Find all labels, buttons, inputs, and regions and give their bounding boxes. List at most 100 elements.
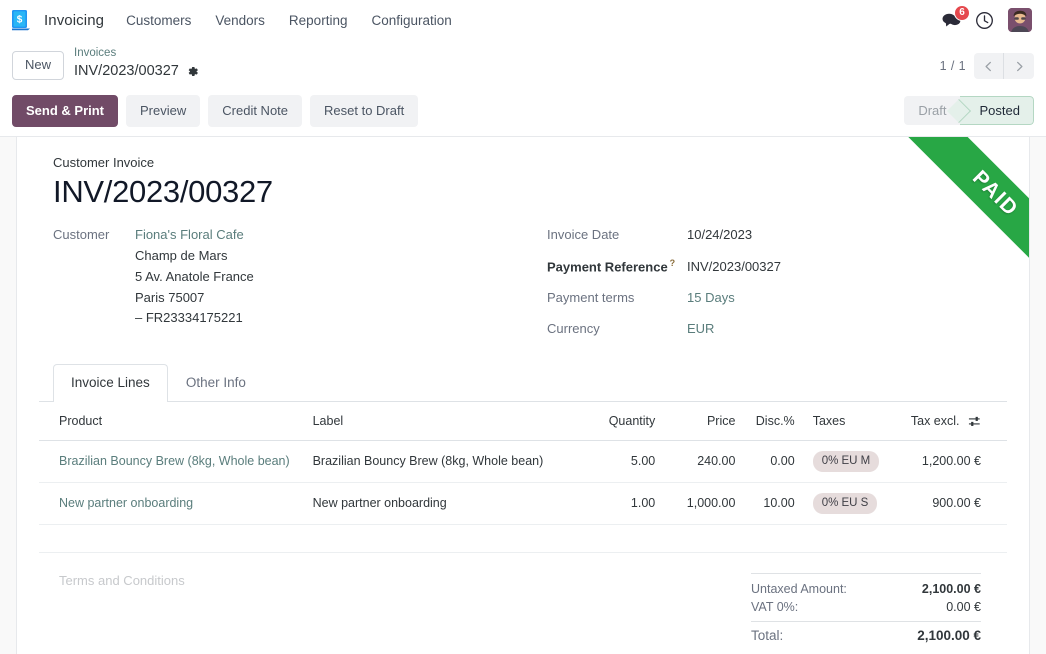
customer-address-line: 5 Av. Anatole France xyxy=(135,267,254,288)
totals-block: Untaxed Amount: 2,100.00 € VAT 0%: 0.00 … xyxy=(751,573,981,645)
pager-buttons xyxy=(974,53,1034,79)
cell-label[interactable]: Brazilian Bouncy Brew (8kg, Whole bean) xyxy=(305,440,584,482)
tax-badge[interactable]: 0% EU S xyxy=(813,493,878,514)
customer-label: Customer xyxy=(53,225,135,246)
cell-discount[interactable]: 10.00 xyxy=(743,482,802,524)
top-navbar: $ Invoicing Customers Vendors Reporting … xyxy=(0,0,1046,40)
invoice-date-value[interactable]: 10/24/2023 xyxy=(687,225,752,246)
pager: 1 / 1 xyxy=(940,53,1034,79)
product-link[interactable]: Brazilian Bouncy Brew (8kg, Whole bean) xyxy=(59,454,290,468)
menu-item-configuration[interactable]: Configuration xyxy=(359,4,463,37)
customer-address-line: Champ de Mars xyxy=(135,246,254,267)
column-header-price[interactable]: Price xyxy=(663,402,743,441)
main-menu: Customers Vendors Reporting Configuratio… xyxy=(114,4,464,37)
cell-tax-excl[interactable]: 900.00 € xyxy=(903,482,1007,524)
currency-label: Currency xyxy=(547,319,687,340)
cell-label[interactable]: New partner onboarding xyxy=(305,482,584,524)
chevron-left-icon[interactable] xyxy=(974,53,1004,79)
total-label: Total: xyxy=(751,628,783,643)
invoice-date-label: Invoice Date xyxy=(547,225,687,246)
document-type-label: Customer Invoice xyxy=(53,155,1007,170)
cell-taxes[interactable]: 0% EU M xyxy=(803,440,903,482)
table-row[interactable]: New partner onboarding New partner onboa… xyxy=(39,482,1007,524)
cell-quantity[interactable]: 1.00 xyxy=(584,482,663,524)
customer-address-line: Paris 75007 xyxy=(135,288,254,309)
new-record-button[interactable]: New xyxy=(12,51,64,80)
column-header-product[interactable]: Product xyxy=(39,402,305,441)
cell-discount[interactable]: 0.00 xyxy=(743,440,802,482)
column-header-discount[interactable]: Disc.% xyxy=(743,402,802,441)
add-line-row[interactable] xyxy=(39,524,1007,552)
vat-label[interactable]: VAT 0%: xyxy=(751,600,798,614)
total-value: 2,100.00 € xyxy=(917,628,981,643)
send-and-print-button[interactable]: Send & Print xyxy=(12,95,118,127)
vat-value: 0.00 € xyxy=(946,600,981,614)
page-title: INV/2023/00327 xyxy=(53,174,1007,210)
action-bar: Send & Print Preview Credit Note Reset t… xyxy=(0,89,1046,137)
menu-item-vendors[interactable]: Vendors xyxy=(203,4,277,37)
invoice-meta-block: Invoice Date 10/24/2023 Payment Referenc… xyxy=(539,225,1007,350)
currency-value[interactable]: EUR xyxy=(687,319,714,340)
breadcrumb-current-label: INV/2023/00327 xyxy=(74,62,179,82)
totals-row-total: Total: 2,100.00 € xyxy=(751,621,981,645)
breadcrumb: Invoices INV/2023/00327 xyxy=(74,46,199,81)
payment-terms-value[interactable]: 15 Days xyxy=(687,288,735,309)
product-link[interactable]: New partner onboarding xyxy=(59,496,193,510)
customer-vat: – FR23334175221 xyxy=(135,308,254,329)
credit-note-button[interactable]: Credit Note xyxy=(208,95,302,127)
table-row[interactable]: Brazilian Bouncy Brew (8kg, Whole bean) … xyxy=(39,440,1007,482)
table-body: Brazilian Bouncy Brew (8kg, Whole bean) … xyxy=(39,440,1007,552)
field-currency: Currency EUR xyxy=(547,319,1007,340)
cell-tax-excl[interactable]: 1,200.00 € xyxy=(903,440,1007,482)
cell-product[interactable]: Brazilian Bouncy Brew (8kg, Whole bean) xyxy=(39,440,305,482)
column-header-tax-excl: Tax excl. xyxy=(903,402,1007,441)
table-header: Product Label Quantity Price Disc.% Taxe… xyxy=(39,402,1007,441)
menu-item-reporting[interactable]: Reporting xyxy=(277,4,360,37)
customer-block: Customer Fiona's Floral Cafe Champ de Ma… xyxy=(39,225,539,350)
payment-reference-label-text: Payment Reference xyxy=(547,259,668,274)
tab-invoice-lines[interactable]: Invoice Lines xyxy=(53,364,168,402)
cell-product[interactable]: New partner onboarding xyxy=(39,482,305,524)
gear-icon[interactable] xyxy=(186,65,199,78)
terms-and-conditions-input[interactable]: Terms and Conditions xyxy=(59,573,751,645)
tax-badge[interactable]: 0% EU M xyxy=(813,451,880,472)
status-step-posted-label: Posted xyxy=(980,103,1020,118)
breadcrumb-parent-invoices[interactable]: Invoices xyxy=(74,46,199,62)
notebook-tabs: Invoice Lines Other Info xyxy=(39,364,1007,402)
clock-icon[interactable] xyxy=(975,11,994,30)
invoice-sheet: PAID Customer Invoice INV/2023/00327 Cus… xyxy=(16,137,1030,654)
add-line-cell[interactable] xyxy=(39,524,1007,552)
preview-button[interactable]: Preview xyxy=(126,95,200,127)
customer-name[interactable]: Fiona's Floral Cafe xyxy=(135,225,254,246)
sheet-footer: Terms and Conditions Untaxed Amount: 2,1… xyxy=(39,553,1007,645)
column-header-tax-excl-label[interactable]: Tax excl. xyxy=(911,414,960,428)
column-options-icon[interactable] xyxy=(963,415,981,428)
messages-icon[interactable]: 6 xyxy=(942,12,961,29)
totals-divider xyxy=(751,573,981,574)
cell-price[interactable]: 1,000.00 xyxy=(663,482,743,524)
status-step-posted[interactable]: Posted xyxy=(960,96,1034,125)
help-icon[interactable]: ? xyxy=(670,258,676,268)
payment-reference-value[interactable]: INV/2023/00327 xyxy=(687,257,781,278)
status-step-draft-label: Draft xyxy=(918,103,946,118)
tab-other-info[interactable]: Other Info xyxy=(168,364,264,402)
column-header-label[interactable]: Label xyxy=(305,402,584,441)
column-header-quantity[interactable]: Quantity xyxy=(584,402,663,441)
header-fields: Customer Fiona's Floral Cafe Champ de Ma… xyxy=(39,225,1007,350)
app-name[interactable]: Invoicing xyxy=(40,12,114,29)
cell-taxes[interactable]: 0% EU S xyxy=(803,482,903,524)
payment-reference-label: Payment Reference? xyxy=(547,256,687,278)
cell-price[interactable]: 240.00 xyxy=(663,440,743,482)
column-header-taxes[interactable]: Taxes xyxy=(803,402,903,441)
control-panel: New Invoices INV/2023/00327 1 / 1 xyxy=(0,40,1046,89)
invoicing-app-icon[interactable]: $ xyxy=(8,7,34,33)
cell-quantity[interactable]: 5.00 xyxy=(584,440,663,482)
totals-row-vat: VAT 0%: 0.00 € xyxy=(751,598,981,616)
field-invoice-date: Invoice Date 10/24/2023 xyxy=(547,225,1007,246)
reset-to-draft-button[interactable]: Reset to Draft xyxy=(310,95,418,127)
totals-row-untaxed: Untaxed Amount: 2,100.00 € xyxy=(751,580,981,598)
chevron-right-icon[interactable] xyxy=(1004,53,1034,79)
user-avatar[interactable] xyxy=(1008,8,1032,32)
menu-item-customers[interactable]: Customers xyxy=(114,4,203,37)
pager-count: 1 / 1 xyxy=(940,59,966,73)
